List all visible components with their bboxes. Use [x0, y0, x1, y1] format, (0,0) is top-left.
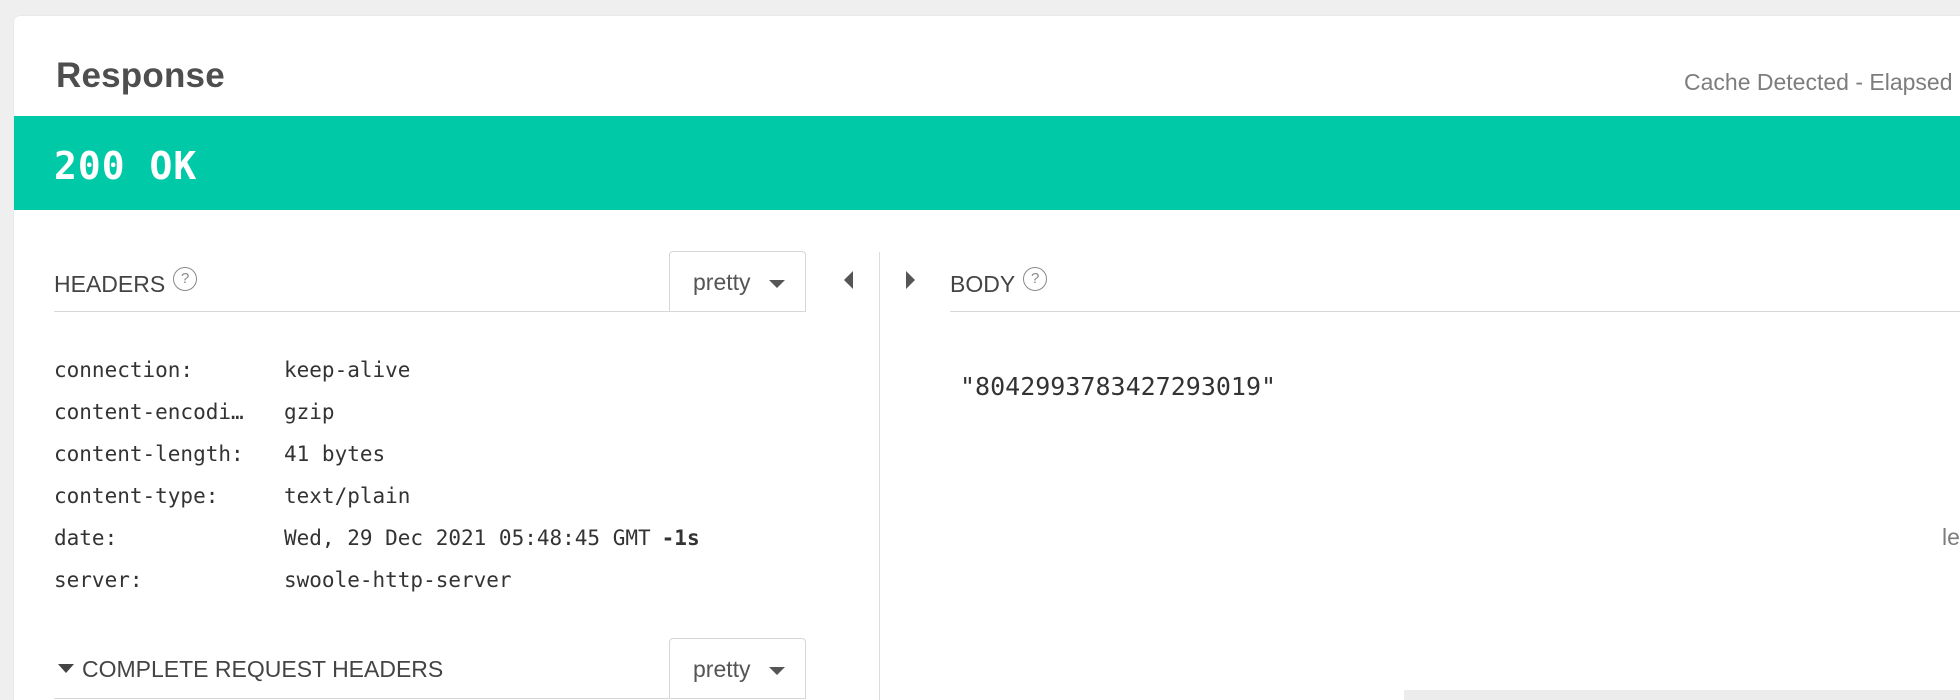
headers-label: HEADERS	[54, 271, 166, 297]
request-headers-format-select[interactable]: pretty	[669, 638, 806, 698]
header-value: gzip	[284, 400, 335, 424]
header-value: keep-alive	[284, 358, 411, 382]
truncated-edge-text: le	[1942, 524, 1960, 550]
header-key: server:	[54, 568, 143, 592]
header-key: content-type:	[54, 484, 219, 508]
request-headers-rule	[54, 698, 806, 699]
body-rule	[950, 311, 1960, 312]
headers-rule	[54, 311, 806, 312]
expand-right-icon[interactable]	[906, 271, 915, 289]
request-headers-label: COMPLETE REQUEST HEADERS	[82, 656, 444, 682]
collapse-left-icon[interactable]	[844, 271, 853, 289]
header-value: Wed, 29 Dec 2021 05:48:45 GMT	[284, 526, 651, 550]
headers-heading: HEADERS?	[54, 267, 198, 298]
headers-list: connection: keep-alive content-encodi… g…	[54, 358, 700, 610]
header-row-date: date: Wed, 29 Dec 2021 05:48:45 GMT -1s	[54, 526, 700, 568]
chevron-down-icon	[769, 280, 785, 288]
status-code: 200 OK	[54, 144, 198, 188]
header-row-content-length: content-length: 41 bytes	[54, 442, 700, 484]
help-icon[interactable]: ?	[1023, 267, 1048, 291]
cache-elapsed-info: Cache Detected - Elapsed	[1684, 69, 1953, 95]
response-card: Response Cache Detected - Elapsed 200 OK…	[14, 16, 1960, 700]
header-key: date:	[54, 526, 118, 550]
caret-down-icon	[58, 664, 74, 673]
headers-format-value: pretty	[693, 269, 751, 295]
header-row-server: server: swoole-http-server	[54, 568, 700, 610]
chevron-down-icon	[769, 667, 785, 675]
panel-divider	[879, 252, 880, 700]
response-body-value: "8042993783427293019"	[960, 372, 1277, 401]
headers-format-select[interactable]: pretty	[669, 251, 806, 311]
help-icon[interactable]: ?	[173, 267, 198, 291]
header-key: content-encodi…	[54, 400, 244, 424]
header-value: 41 bytes	[284, 442, 386, 466]
header-row-connection: connection: keep-alive	[54, 358, 700, 400]
header-value: swoole-http-server	[284, 568, 512, 592]
body-heading: BODY?	[950, 267, 1048, 298]
header-key: connection:	[54, 358, 194, 382]
status-bar: 200 OK	[14, 116, 1960, 210]
request-headers-toggle[interactable]: COMPLETE REQUEST HEADERS	[58, 656, 443, 683]
header-value: text/plain	[284, 484, 411, 508]
request-headers-format-value: pretty	[693, 656, 751, 682]
header-key: content-length:	[54, 442, 244, 466]
header-row-content-type: content-type: text/plain	[54, 484, 700, 526]
body-label: BODY	[950, 271, 1016, 297]
bottom-scroll-strip	[1404, 690, 1960, 700]
header-row-content-encoding: content-encodi… gzip	[54, 400, 700, 442]
date-offset: -1s	[661, 526, 700, 550]
response-title: Response	[56, 56, 225, 95]
